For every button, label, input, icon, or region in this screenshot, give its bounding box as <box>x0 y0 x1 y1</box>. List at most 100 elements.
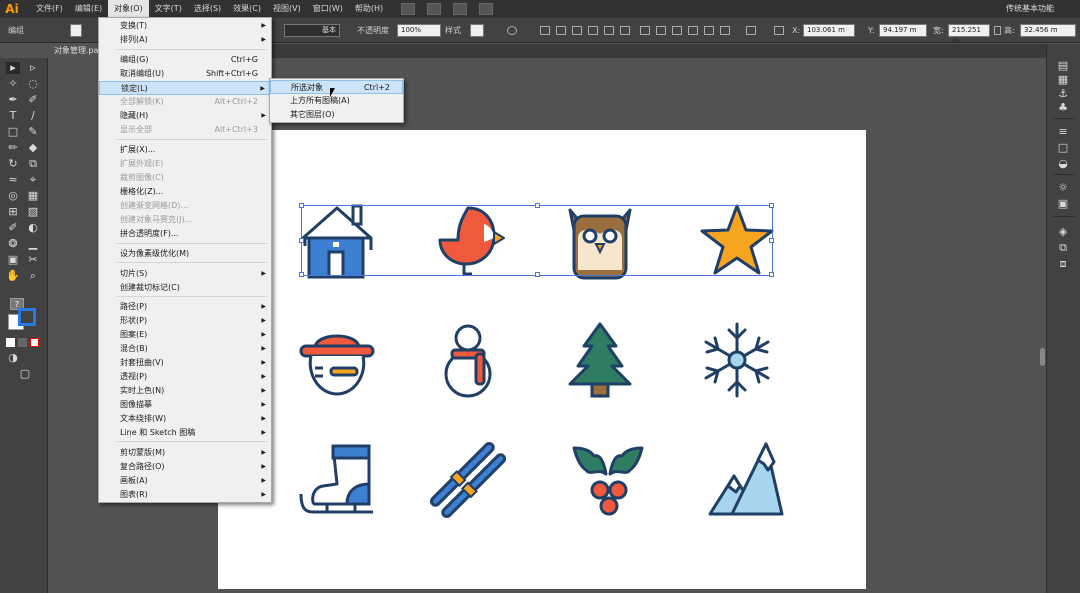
stroke-style-select[interactable]: 基本 <box>284 24 340 37</box>
menu-item-artboards[interactable]: 画板(A) ▶ <box>99 474 271 488</box>
free-transform-tool-icon[interactable]: ⌖ <box>26 174 40 186</box>
menu-item-unlock-all[interactable]: 全部解锁(K) Alt+Ctrl+2 <box>99 95 271 109</box>
properties-icon[interactable]: ▤ <box>1056 60 1070 72</box>
holly-icon[interactable] <box>568 440 648 520</box>
menu-item-expand-appearance[interactable]: 扩展外观(E) <box>99 157 271 171</box>
lasso-tool-icon[interactable]: ◌ <box>26 78 40 90</box>
menu-file[interactable]: 文件(F) <box>30 0 69 18</box>
menu-item-graph[interactable]: 图表(R) ▶ <box>99 488 271 502</box>
menu-item-group[interactable]: 编组(G) Ctrl+G <box>99 53 271 67</box>
menu-item-line-and-sketch-art[interactable]: Line 和 Sketch 图稿 ▶ <box>99 426 271 440</box>
menu-item-text-wrap[interactable]: 文本绕排(W) ▶ <box>99 412 271 426</box>
arrange-documents-icon[interactable] <box>453 3 468 15</box>
menu-item-clipping-mask[interactable]: 剪切蒙版(M) ▶ <box>99 446 271 460</box>
distribute-middle-icon[interactable] <box>656 26 666 35</box>
mountains-icon[interactable] <box>706 440 786 520</box>
menu-item-arrange[interactable]: 排列(A) ▶ <box>99 33 271 47</box>
menu-edit[interactable]: 编辑(E) <box>69 0 108 18</box>
menu-item-envelope-distort[interactable]: 封套扭曲(V) ▶ <box>99 356 271 370</box>
snowflake-icon[interactable] <box>697 320 777 400</box>
menu-item-create-object-mosaic[interactable]: 创建对象马赛克(J)... <box>99 213 271 227</box>
none-mode-icon[interactable] <box>30 338 39 347</box>
shape-builder-tool-icon[interactable]: ◎ <box>6 190 20 202</box>
menu-item-image-trace[interactable]: 图像描摹 ▶ <box>99 398 271 412</box>
distribute-center-icon[interactable] <box>704 26 714 35</box>
shaper-tool-icon[interactable]: ✏ <box>6 142 20 154</box>
align-right-icon[interactable] <box>572 26 582 35</box>
align-left-icon[interactable] <box>540 26 550 35</box>
snowman-icon[interactable] <box>428 320 508 400</box>
workspace-switcher[interactable]: 传统基本功能 <box>1006 0 1054 18</box>
opacity-input[interactable]: 100% <box>397 24 441 37</box>
blend-tool-icon[interactable]: ◐ <box>26 222 40 234</box>
lock-other-layers-item[interactable]: 其它图层(O) <box>270 108 403 122</box>
graph-tool-icon[interactable]: ▁ <box>26 238 40 250</box>
align-center-icon[interactable] <box>556 26 566 35</box>
gpu-icon[interactable] <box>479 3 494 15</box>
screen-mode-icon[interactable]: ▢ <box>18 368 32 380</box>
height-input[interactable]: 32.456 m <box>1020 24 1076 37</box>
slice-tool-icon[interactable]: ✂ <box>26 254 40 266</box>
appearance-panel-icon[interactable]: ☼ <box>1056 182 1070 194</box>
lock-selection-item[interactable]: 所选对象 Ctrl+2 <box>270 80 403 94</box>
menu-item-flatten-transparency[interactable]: 拼合透明度(F)... <box>99 227 271 241</box>
distribute-top-icon[interactable] <box>640 26 650 35</box>
distribute-right-icon[interactable] <box>720 26 730 35</box>
selection-tool-icon[interactable]: ▸ <box>6 62 20 74</box>
menu-item-crop-image[interactable]: 裁剪图像(C) <box>99 171 271 185</box>
menu-item-expand[interactable]: 扩展(X)... <box>99 143 271 157</box>
menu-help[interactable]: 帮助(H) <box>349 0 389 18</box>
resize-handle-top-right[interactable] <box>769 203 774 208</box>
width-input[interactable]: 215.251 m <box>948 24 990 45</box>
menu-item-path[interactable]: 路径(P) ▶ <box>99 300 271 314</box>
menu-effect[interactable]: 效果(C) <box>227 0 267 18</box>
menu-item-compound-path[interactable]: 复合路径(O) ▶ <box>99 460 271 474</box>
pen-tool-icon[interactable]: ✒ <box>6 94 20 106</box>
menu-item-hide[interactable]: 隐藏(H) ▶ <box>99 109 271 123</box>
menu-item-blend[interactable]: 混合(B) ▶ <box>99 342 271 356</box>
resize-handle-right[interactable] <box>769 238 774 243</box>
menu-item-perspective[interactable]: 透视(P) ▶ <box>99 370 271 384</box>
eyedropper-tool-icon[interactable]: ✐ <box>6 222 20 234</box>
zoom-tool-icon[interactable]: ⌕ <box>26 270 40 282</box>
mesh-tool-icon[interactable]: ⊞ <box>6 206 20 218</box>
symbols-icon[interactable]: ♣ <box>1056 102 1070 114</box>
align-to-icon[interactable] <box>746 26 756 35</box>
resize-handle-bottom-right[interactable] <box>769 272 774 277</box>
resize-handle-left[interactable] <box>299 238 304 243</box>
reference-point-icon[interactable] <box>774 26 784 35</box>
warp-tool-icon[interactable]: ≈ <box>6 174 20 186</box>
skis-icon[interactable] <box>428 440 508 520</box>
selection-bounding-box[interactable] <box>299 203 774 277</box>
puppet-icon[interactable]: ⚓ <box>1056 88 1070 100</box>
color-mode-icon[interactable] <box>6 338 15 347</box>
paintbrush-tool-icon[interactable]: ✎ <box>26 126 40 138</box>
menu-view[interactable]: 视图(V) <box>267 0 307 18</box>
fill-swatch[interactable] <box>70 24 82 37</box>
type-tool-icon[interactable]: T <box>6 110 20 122</box>
bridge-icon[interactable] <box>401 3 416 15</box>
symbol-sprayer-tool-icon[interactable]: ❂ <box>6 238 20 250</box>
gradient-panel-icon[interactable]: □ <box>1056 142 1070 154</box>
menu-type[interactable]: 文字(T) <box>149 0 188 18</box>
distribute-bottom-icon[interactable] <box>672 26 682 35</box>
gradient-tool-icon[interactable]: ▧ <box>26 206 40 218</box>
menu-select[interactable]: 选择(S) <box>188 0 227 18</box>
eraser-tool-icon[interactable]: ◆ <box>26 142 40 154</box>
pine-tree-icon[interactable] <box>560 320 640 400</box>
scale-tool-icon[interactable]: ⧉ <box>26 158 40 170</box>
hat-face-icon[interactable] <box>297 320 377 400</box>
gradient-mode-icon[interactable] <box>18 338 27 347</box>
magic-wand-tool-icon[interactable]: ✧ <box>6 78 20 90</box>
transparency-panel-icon[interactable]: ◒ <box>1056 158 1070 170</box>
rotate-tool-icon[interactable]: ↻ <box>6 158 20 170</box>
menu-item-create-trim-marks[interactable]: 创建裁切标记(C) <box>99 281 271 295</box>
stroke-color-icon[interactable] <box>18 308 36 326</box>
align-top-icon[interactable] <box>588 26 598 35</box>
vertical-scrollbar-thumb[interactable] <box>1040 348 1045 366</box>
document-tab[interactable]: 对象管理.pa <box>48 44 103 58</box>
resize-handle-top[interactable] <box>535 203 540 208</box>
menu-item-pattern[interactable]: 图案(E) ▶ <box>99 328 271 342</box>
style-swatch[interactable] <box>470 24 484 37</box>
menu-object[interactable]: 对象(O) <box>108 0 149 18</box>
